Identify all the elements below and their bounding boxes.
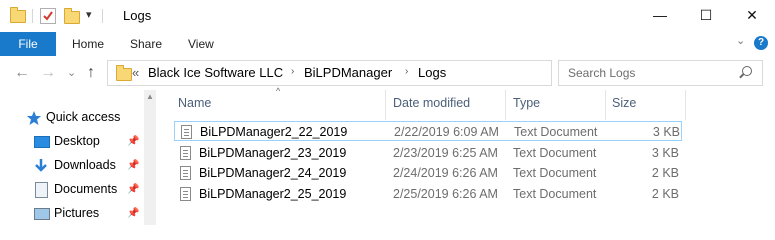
minimize-button[interactable]: — — [637, 0, 683, 32]
file-size: 2 KB — [651, 187, 679, 201]
properties-icon[interactable] — [40, 8, 56, 24]
file-date: 2/22/2019 6:09 AM — [394, 125, 499, 139]
customize-toolbar-dropdown[interactable]: ▾ — [86, 8, 92, 21]
pin-icon[interactable]: 📌 — [127, 160, 139, 171]
forward-button[interactable]: → — [40, 64, 56, 82]
pin-icon[interactable]: 📌 — [127, 208, 139, 219]
file-size: 2 KB — [651, 166, 679, 180]
column-header-date-modified[interactable]: Date modified — [393, 96, 470, 110]
navigation-pane: Quick access Desktop 📌 Downloads 📌 Docum… — [0, 90, 158, 225]
recent-locations-button[interactable]: ⌄ — [67, 66, 76, 79]
file-type: Text Document — [513, 146, 597, 160]
text-document-icon — [180, 187, 191, 201]
text-document-icon — [181, 125, 192, 139]
column-header-name[interactable]: Name — [178, 96, 211, 110]
toolbar-divider — [102, 9, 103, 23]
file-name: BiLPDManager2_25_2019 — [199, 187, 347, 201]
breadcrumb-separator[interactable]: › — [405, 66, 408, 77]
breadcrumb-overflow[interactable]: « — [132, 65, 139, 80]
column-divider[interactable] — [605, 90, 606, 120]
nav-item-desktop[interactable]: Desktop 📌 — [0, 130, 145, 154]
tab-file[interactable]: File — [0, 32, 56, 56]
pin-icon[interactable]: 📌 — [127, 136, 139, 147]
nav-label: Quick access — [46, 110, 121, 124]
desktop-icon — [34, 136, 50, 148]
ribbon-tabs: File Home Share View ⌄ ? — [0, 32, 775, 57]
column-divider[interactable] — [685, 90, 686, 120]
toolbar-divider — [32, 9, 33, 23]
maximize-button[interactable]: ☐ — [683, 0, 729, 32]
file-name: BiLPDManager2_22_2019 — [200, 125, 348, 139]
search-input[interactable] — [559, 61, 738, 85]
file-row[interactable]: BiLPDManager2_24_2019 2/24/2019 6:26 AM … — [174, 163, 682, 183]
column-header-type[interactable]: Type — [513, 96, 540, 110]
window-title: Logs — [123, 8, 152, 23]
breadcrumb-logs[interactable]: Logs — [418, 65, 446, 80]
column-header-size[interactable]: Size — [612, 96, 636, 110]
nav-item-quick-access[interactable]: Quick access — [0, 106, 145, 130]
column-divider[interactable] — [505, 90, 506, 120]
nav-label: Downloads — [54, 158, 116, 172]
file-date: 2/25/2019 6:26 AM — [393, 187, 498, 201]
tab-home[interactable]: Home — [72, 32, 104, 56]
search-icon[interactable] — [742, 66, 752, 76]
nav-item-pictures[interactable]: Pictures 📌 — [0, 202, 145, 226]
file-date: 2/23/2019 6:25 AM — [393, 146, 498, 160]
file-row[interactable]: BiLPDManager2_22_2019 2/22/2019 6:09 AM … — [174, 121, 682, 141]
tab-share[interactable]: Share — [130, 32, 162, 56]
nav-item-downloads[interactable]: Downloads 📌 — [0, 154, 145, 178]
close-button[interactable]: ✕ — [729, 0, 775, 32]
download-icon — [35, 159, 47, 172]
file-row[interactable]: BiLPDManager2_25_2019 2/25/2019 6:26 AM … — [174, 184, 682, 204]
column-divider[interactable] — [385, 90, 386, 120]
nav-label: Documents — [54, 182, 118, 196]
file-type: Text Document — [513, 166, 597, 180]
file-date: 2/24/2019 6:26 AM — [393, 166, 498, 180]
tab-view[interactable]: View — [188, 32, 214, 56]
file-name: BiLPDManager2_24_2019 — [199, 166, 347, 180]
file-row[interactable]: BiLPDManager2_23_2019 2/23/2019 6:25 AM … — [174, 143, 682, 163]
file-type: Text Document — [513, 187, 597, 201]
breadcrumb-separator[interactable]: › — [291, 66, 294, 77]
star-icon — [27, 111, 41, 125]
title-bar: ▾ Logs — ☐ ✕ — [0, 0, 775, 32]
expand-ribbon-button[interactable]: ⌄ — [736, 34, 745, 47]
file-name: BiLPDManager2_23_2019 — [199, 146, 347, 160]
nav-item-documents[interactable]: Documents 📌 — [0, 178, 145, 202]
nav-label: Pictures — [54, 206, 100, 220]
sort-ascending-icon: ^ — [276, 86, 281, 96]
text-document-icon — [180, 166, 191, 180]
breadcrumb-black-ice[interactable]: Black Ice Software LLC — [148, 65, 283, 80]
file-size: 3 KB — [651, 146, 679, 160]
documents-icon — [35, 182, 48, 198]
navigation-scrollbar[interactable]: ▲ — [144, 90, 156, 225]
pin-icon[interactable]: 📌 — [127, 184, 139, 195]
address-bar[interactable]: « Black Ice Software LLC › BiLPDManager … — [107, 60, 653, 86]
scroll-up-arrow-icon[interactable]: ▲ — [146, 92, 154, 101]
text-document-icon — [180, 146, 191, 160]
up-button[interactable]: ↑ — [87, 64, 95, 82]
search-box[interactable] — [558, 60, 763, 86]
file-list: ^ Name Date modified Type Size BiLPDMana… — [158, 86, 775, 225]
file-type: Text Document — [514, 125, 598, 139]
address-row: ← → ⌄ ↑ « Black Ice Software LLC › BiLPD… — [0, 56, 775, 90]
breadcrumb-bilpdmanager[interactable]: BiLPDManager — [304, 65, 392, 80]
help-icon[interactable]: ? — [754, 36, 768, 50]
folder-icon — [116, 65, 132, 81]
nav-label: Desktop — [54, 134, 100, 148]
file-size: 3 KB — [652, 125, 680, 139]
pictures-icon — [34, 208, 50, 220]
back-button[interactable]: ← — [14, 64, 30, 82]
